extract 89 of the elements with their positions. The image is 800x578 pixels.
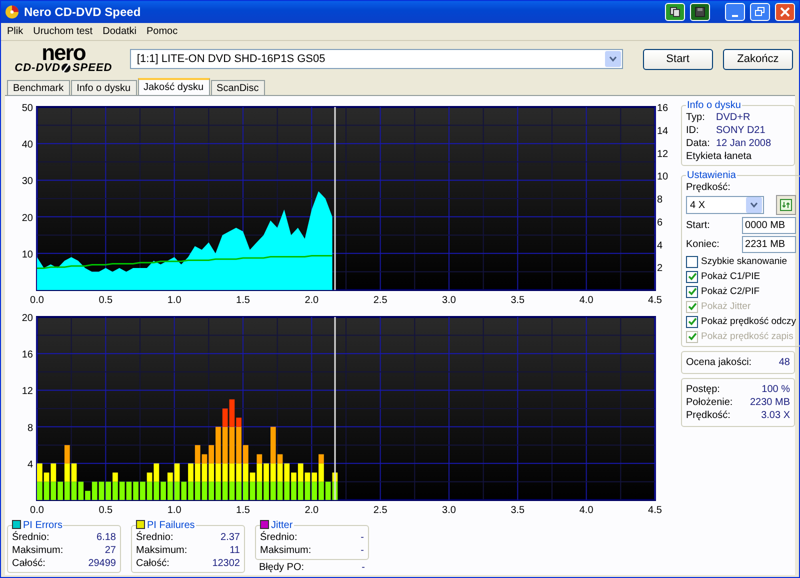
speed-label: Prędkość: bbox=[686, 182, 732, 193]
axis-label: 0.5 bbox=[98, 505, 113, 516]
stat-label: Całość: bbox=[12, 558, 46, 569]
checkbox-label: Pokaż prędkość odczy bbox=[701, 316, 796, 327]
progress-label: Postęp: bbox=[686, 384, 720, 395]
stat-label: Średnio: bbox=[260, 532, 298, 543]
axis-label: 2.5 bbox=[373, 295, 388, 306]
axis-label: 3.5 bbox=[510, 295, 525, 306]
group-title: PI Errors bbox=[12, 520, 64, 531]
axis-label: 12 bbox=[657, 148, 668, 160]
stat-value: 12302 bbox=[212, 558, 240, 569]
field-label: Start: bbox=[686, 220, 710, 231]
stat-value: 29499 bbox=[88, 558, 116, 569]
logo-text: nero bbox=[42, 44, 86, 62]
axis-label: 1.5 bbox=[236, 505, 250, 516]
stat-label: Maksimum: bbox=[136, 545, 188, 556]
checkbox-label: Pokaż C2/PIF bbox=[701, 286, 760, 297]
axis-label: 30 bbox=[22, 176, 33, 188]
axis-label: 2.5 bbox=[373, 505, 388, 516]
stat-value: - bbox=[360, 545, 364, 556]
stat-value: - bbox=[360, 532, 364, 543]
checkbox-label: Pokaż Jitter bbox=[701, 301, 751, 312]
progress-value: 3.03 X bbox=[761, 410, 790, 421]
axis-label: 4.0 bbox=[579, 505, 594, 516]
quality-value: 48 bbox=[778, 357, 790, 368]
stat-label: Maksimum: bbox=[12, 545, 64, 556]
info-value: 12 Jan 2008 bbox=[716, 138, 772, 149]
axis-label: 4 bbox=[657, 240, 663, 252]
axis-label: 2.0 bbox=[304, 505, 319, 516]
disc-label-text: Etykieta łaneta bbox=[686, 151, 753, 162]
info-label: Data: bbox=[686, 138, 708, 149]
axis-label: 1.5 bbox=[236, 295, 250, 306]
axis-label: 10 bbox=[22, 249, 33, 260]
quality-label: Ocena jakości: bbox=[686, 357, 752, 368]
checkbox-label: Pokaż prędkość zapis bbox=[701, 331, 794, 342]
stat-label: Średnio: bbox=[12, 532, 50, 543]
axis-label: 2.0 bbox=[304, 295, 319, 306]
axis-label: 4.5 bbox=[648, 505, 662, 516]
axis-label: 20 bbox=[22, 212, 33, 224]
stat-label: Maksimum: bbox=[260, 545, 312, 556]
field-label: Koniec: bbox=[686, 239, 720, 250]
axis-label: 3.0 bbox=[442, 295, 456, 306]
stat-value: 11 bbox=[230, 545, 240, 556]
checkbox-label: Szybkie skanowanie bbox=[701, 256, 788, 267]
axis-label: 2 bbox=[657, 263, 663, 274]
axis-label: 20 bbox=[22, 313, 33, 324]
axis-label: 4.0 bbox=[579, 295, 594, 306]
stat-value: 27 bbox=[104, 545, 116, 556]
group-title: Jitter bbox=[260, 520, 294, 531]
stat-value: - bbox=[362, 562, 365, 573]
axis-label: 0.0 bbox=[30, 505, 44, 516]
info-value: DVD+R bbox=[716, 112, 750, 123]
logo-text: CD-DVD bbox=[14, 62, 60, 74]
info-label: Typ: bbox=[686, 112, 706, 123]
group-title: Info o dysku bbox=[686, 100, 742, 111]
axis-label: 4 bbox=[27, 459, 33, 470]
stat-label: Całość: bbox=[136, 558, 170, 569]
axis-label: 4.5 bbox=[648, 295, 662, 306]
axis-label: 8 bbox=[657, 194, 663, 206]
stat-value: 2.37 bbox=[220, 532, 240, 543]
axis-label: 16 bbox=[657, 103, 668, 114]
axis-label: 1.0 bbox=[167, 295, 182, 306]
progress-label: Położenie: bbox=[686, 397, 733, 408]
checkbox-label: Pokaż C1/PIE bbox=[701, 271, 760, 282]
progress-label: Prędkość: bbox=[686, 410, 730, 421]
axis-label: 8 bbox=[27, 422, 33, 434]
axis-label: 14 bbox=[657, 126, 668, 137]
axis-label: 50 bbox=[22, 103, 33, 114]
progress-value: 2230 MB bbox=[750, 397, 790, 408]
axis-label: 3.5 bbox=[510, 505, 525, 516]
group-title: Ustawienia bbox=[686, 170, 737, 181]
axis-label: 6 bbox=[657, 217, 663, 228]
axis-label: 12 bbox=[22, 386, 33, 398]
axis-label: 0.0 bbox=[30, 295, 44, 306]
stat-label: Średnio: bbox=[136, 532, 174, 543]
info-value: SONY D21 bbox=[716, 125, 766, 136]
axis-label: 0.5 bbox=[98, 295, 113, 306]
stat-label: Błędy PO: bbox=[259, 562, 304, 573]
group-title: PI Failures bbox=[136, 520, 196, 531]
info-label: ID: bbox=[686, 125, 700, 136]
logo-text: SPEED bbox=[72, 62, 112, 74]
axis-label: 10 bbox=[657, 172, 668, 183]
axis-label: 1.0 bbox=[167, 505, 182, 516]
axis-label: 3.0 bbox=[442, 505, 456, 516]
axis-label: 40 bbox=[22, 140, 33, 151]
axis-label: 16 bbox=[22, 350, 33, 361]
window-title: Nero CD-DVD Speed bbox=[24, 4, 142, 19]
progress-value: 100 % bbox=[762, 384, 790, 395]
stat-value: 6.18 bbox=[96, 532, 116, 543]
